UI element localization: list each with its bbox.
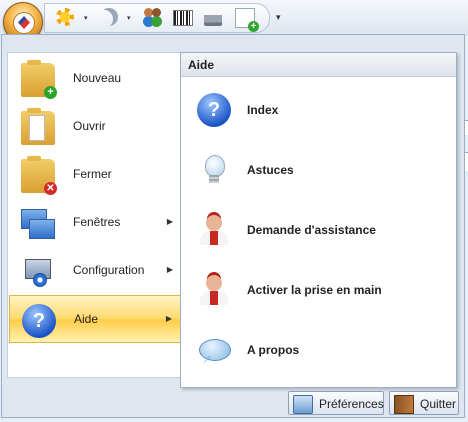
menu-item-label: Fenêtres	[73, 215, 121, 229]
plus-badge-icon: +	[44, 86, 57, 99]
moon-dropdown-icon[interactable]: ▾	[127, 14, 131, 22]
new-document-icon[interactable]	[235, 8, 259, 32]
menu-item-fermer[interactable]: ✕ Fermer	[9, 151, 181, 199]
preferences-icon	[293, 395, 313, 414]
menu-item-label: Nouveau	[73, 71, 122, 85]
windows-icon	[21, 207, 55, 241]
submenu-arrow-icon: ▶	[166, 265, 173, 274]
submenu-title: Aide	[181, 53, 456, 77]
submenu-item-label: Index	[247, 103, 279, 117]
menu-item-nouveau[interactable]: + Nouveau	[9, 55, 181, 103]
title-bar: ▾ ▾ ▾	[0, 0, 468, 42]
app-logo-icon	[13, 12, 35, 34]
help-icon: ?	[22, 304, 56, 338]
menu-item-ouvrir[interactable]: Ouvrir	[9, 103, 181, 151]
quit-button[interactable]: Quitter	[389, 391, 459, 415]
preferences-button[interactable]: Préférences	[288, 391, 384, 415]
preferences-label: Préférences	[319, 397, 384, 411]
lightbulb-icon	[197, 153, 231, 187]
exit-door-icon	[394, 395, 414, 414]
menu-left-pane: + Nouveau Ouvrir ✕ Fermer Fenêtres ▶ Con…	[7, 52, 182, 378]
menu-item-label: Configuration	[73, 263, 145, 277]
submenu-item-index[interactable]: ? Index	[181, 81, 456, 139]
menu-item-fenetres[interactable]: Fenêtres ▶	[9, 199, 181, 247]
folder-close-icon: ✕	[21, 156, 57, 195]
users-icon[interactable]	[144, 8, 162, 26]
sun-icon[interactable]	[56, 8, 74, 26]
menu-item-label: Aide	[74, 312, 99, 326]
sun-dropdown-icon[interactable]: ▾	[84, 14, 88, 22]
menu-item-aide[interactable]: ? Aide ▶	[9, 295, 181, 343]
submenu-item-label: Activer la prise en main	[247, 283, 382, 297]
barcode-icon[interactable]	[173, 10, 193, 26]
menu-item-label: Fermer	[73, 167, 112, 181]
folder-open-icon	[21, 108, 55, 145]
paper-icon	[29, 115, 45, 141]
quit-label: Quitter	[420, 397, 457, 411]
submenu-item-demande-assistance[interactable]: Demande d'assistance	[181, 201, 456, 259]
printer-icon[interactable]	[204, 8, 222, 26]
configuration-icon	[21, 255, 55, 289]
close-badge-icon: ✕	[44, 182, 57, 195]
menu-item-configuration[interactable]: Configuration ▶	[9, 247, 181, 295]
submenu-item-astuces[interactable]: Astuces	[181, 141, 456, 199]
speech-bubble-icon	[197, 333, 231, 367]
help-icon: ?	[197, 93, 231, 127]
submenu-item-label: Astuces	[247, 163, 294, 177]
customize-toolbar-icon[interactable]: ▾	[276, 12, 281, 23]
menu-item-label: Ouvrir	[73, 119, 106, 133]
submenu-item-label: A propos	[247, 343, 300, 357]
submenu-item-a-propos[interactable]: A propos	[181, 321, 456, 379]
submenu-item-label: Demande d'assistance	[247, 223, 376, 237]
submenu-arrow-icon: ▶	[166, 217, 173, 226]
folder-add-icon: +	[21, 60, 57, 99]
submenu-arrow-icon: ▶	[165, 314, 172, 323]
support-person-icon	[197, 213, 231, 247]
help-submenu: Aide ? Index Astuces Demande d'assistanc…	[180, 52, 457, 388]
moon-icon[interactable]	[100, 8, 118, 26]
support-person-icon	[197, 273, 231, 307]
submenu-item-prise-en-main[interactable]: Activer la prise en main	[181, 261, 456, 319]
